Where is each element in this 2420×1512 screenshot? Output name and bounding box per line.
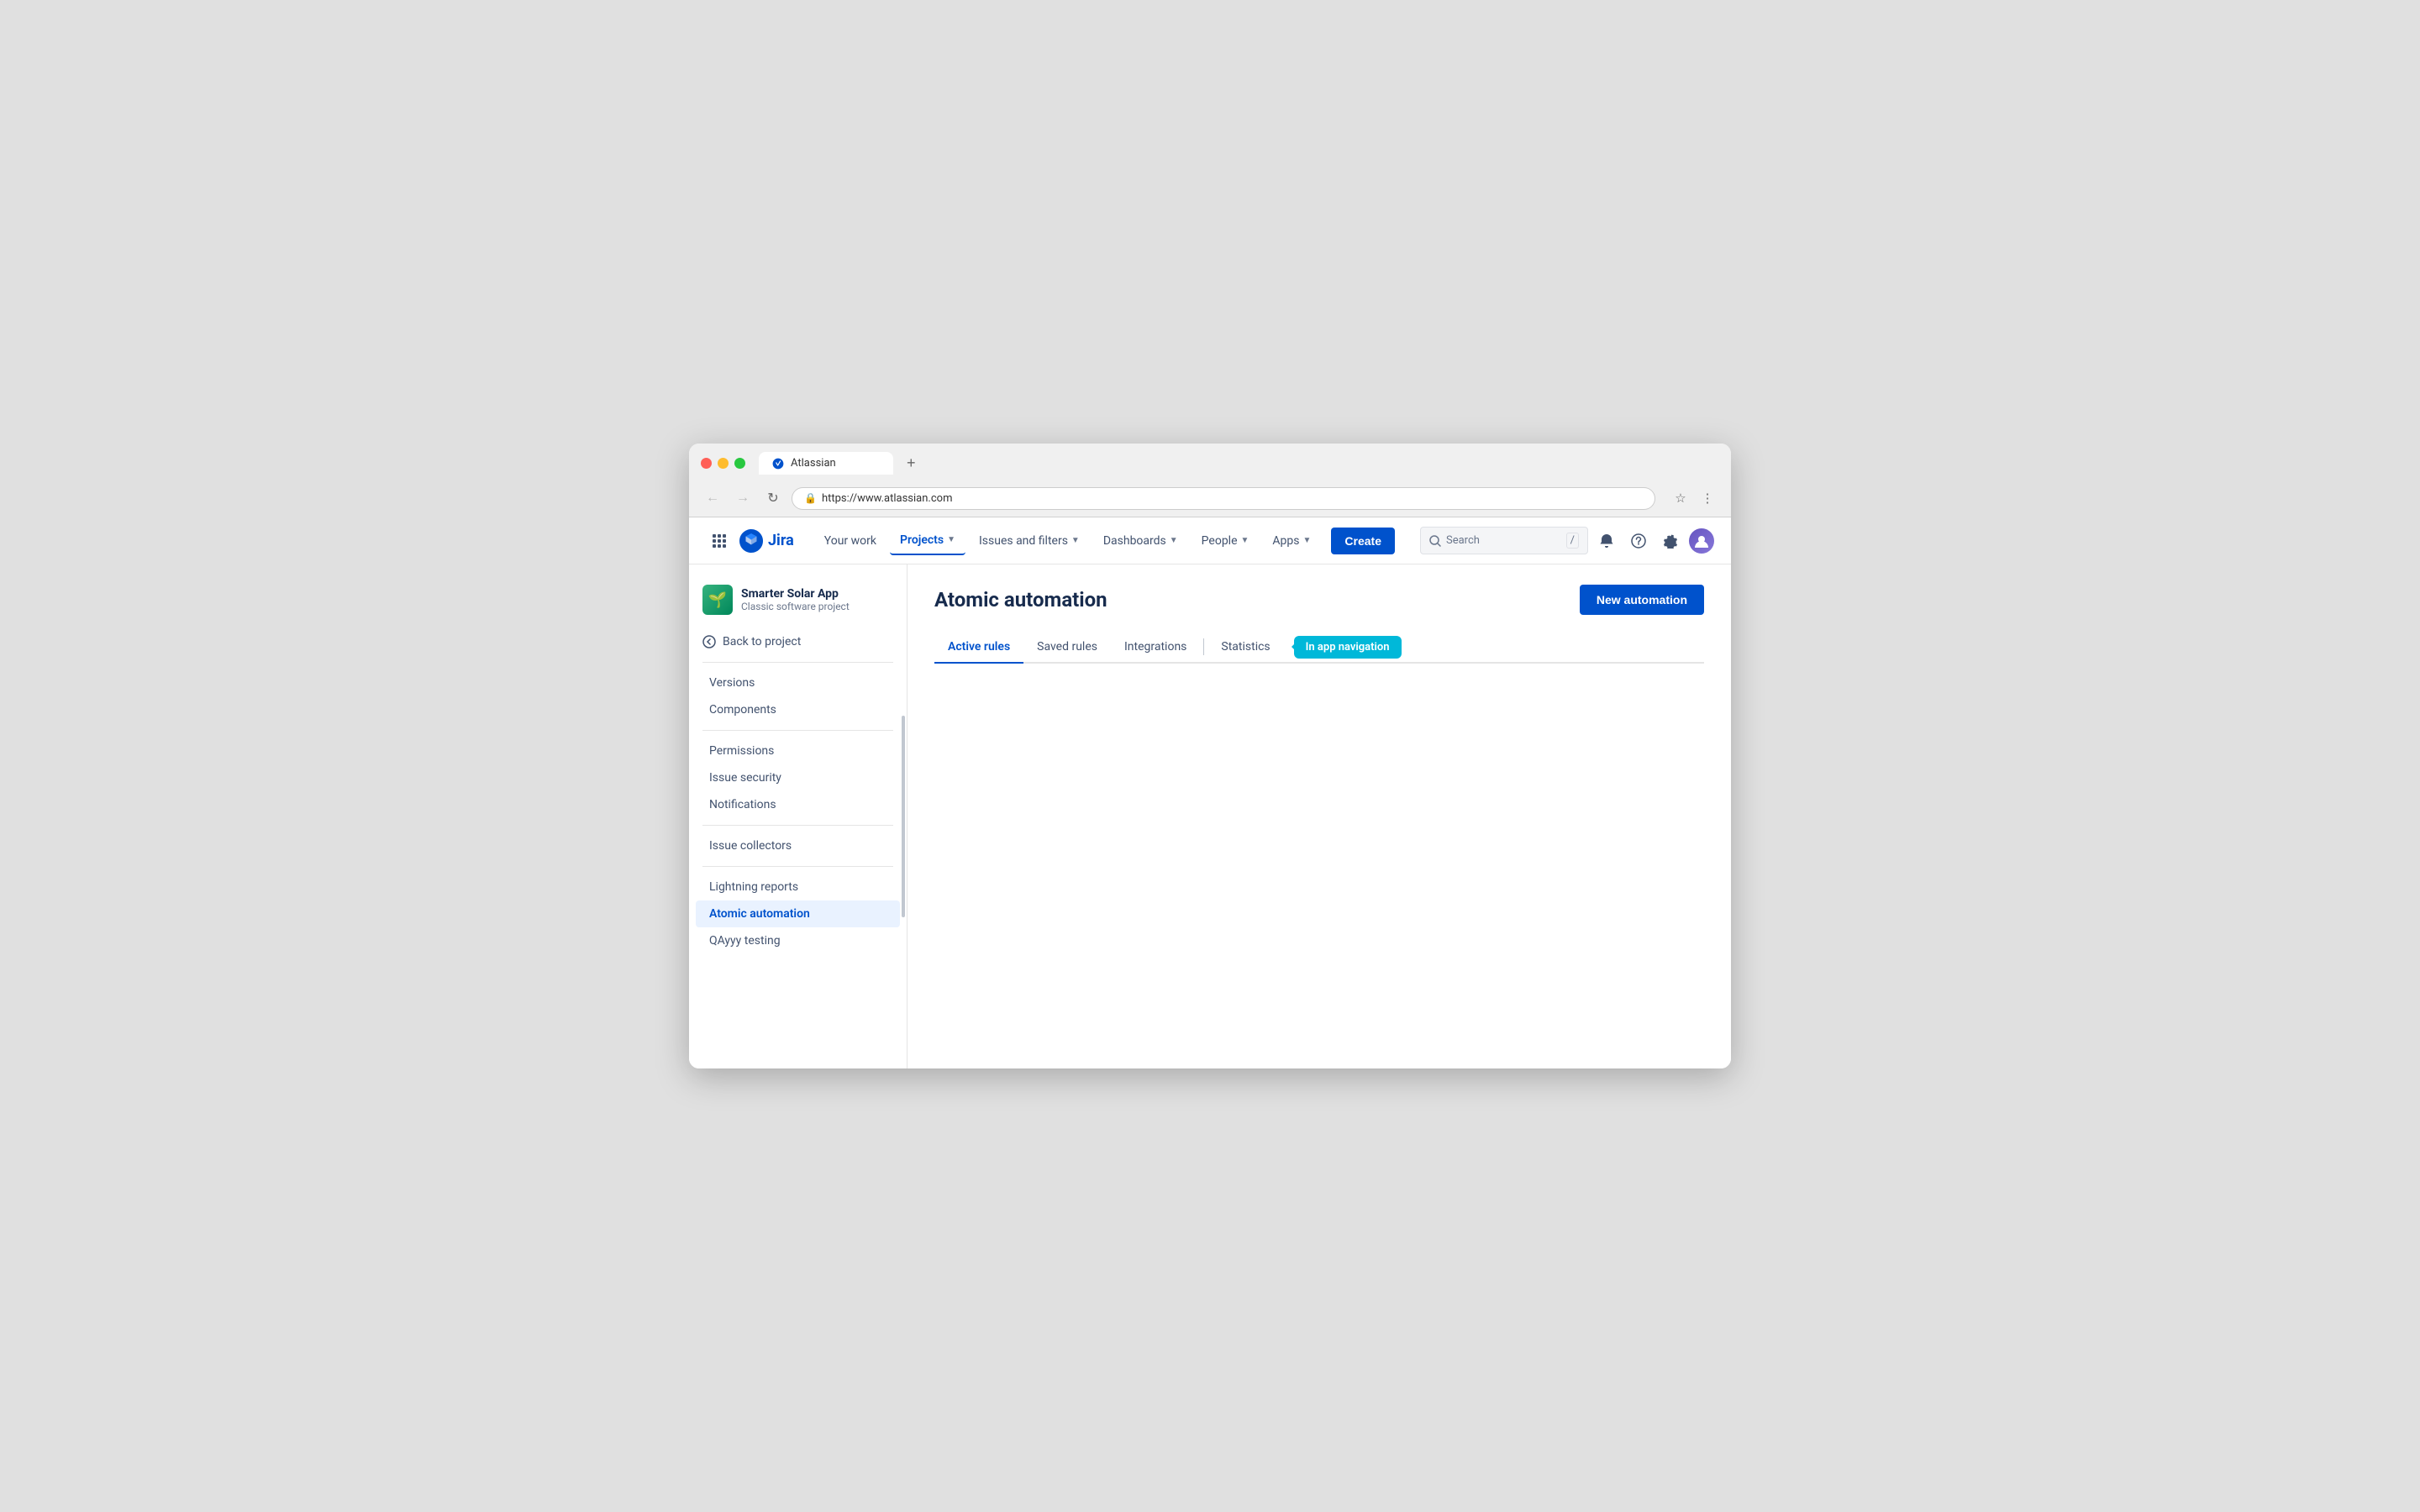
jira-nav: Jira Your work Projects ▼ Issues and fil… [689,517,1731,564]
refresh-nav-button[interactable]: ↻ [761,486,785,510]
maximize-button[interactable] [734,458,745,469]
gear-icon [1663,533,1678,549]
nav-item-apps[interactable]: Apps ▼ [1262,528,1321,554]
sidebar-item-notifications[interactable]: Notifications [696,791,900,818]
new-tab-button[interactable]: + [902,454,921,472]
sidebar-item-issue-collectors[interactable]: Issue collectors [696,832,900,859]
browser-chrome: Atlassian + ← → ↻ 🔒 https://www.atlassia… [689,444,1731,517]
create-button[interactable]: Create [1331,528,1395,554]
tab-saved-rules[interactable]: Saved rules [1023,632,1111,664]
browser-top: Atlassian + [701,452,1719,475]
nav-item-your-work[interactable]: Your work [814,528,886,554]
sidebar-divider-1 [702,662,893,663]
jira-logo[interactable]: Jira [739,529,794,553]
app-switcher-button[interactable] [706,528,733,554]
nav-right: Search / [1420,527,1714,554]
back-label: Back to project [723,635,801,648]
sidebar-item-qayyy-testing[interactable]: QAyyy testing [696,927,900,954]
tab-divider [1203,638,1204,655]
in-app-navigation-badge: In app navigation [1294,636,1402,659]
issues-caret: ▼ [1071,536,1080,545]
sidebar-project: 🌱 Smarter Solar App Classic software pro… [689,578,907,628]
nav-item-issues[interactable]: Issues and filters ▼ [969,528,1090,554]
project-avatar: 🌱 [702,585,733,615]
sidebar-divider-2 [702,730,893,731]
page-title: Atomic automation [934,588,1107,612]
new-automation-button[interactable]: New automation [1580,585,1704,615]
menu-button[interactable]: ⋮ [1696,486,1719,510]
settings-button[interactable] [1657,528,1684,554]
tab-active-rules[interactable]: Active rules [934,632,1023,664]
traffic-lights [701,458,745,469]
search-shortcut: / [1566,533,1579,549]
sidebar-item-atomic-automation[interactable]: Atomic automation [696,900,900,927]
browser-tab[interactable]: Atlassian [759,452,893,475]
atlassian-tab-icon [772,458,784,470]
back-nav-button[interactable]: ← [701,486,724,510]
search-bar[interactable]: Search / [1420,527,1588,554]
search-icon [1429,535,1441,547]
sidebar-item-lightning-reports[interactable]: Lightning reports [696,874,900,900]
sidebar: 🌱 Smarter Solar App Classic software pro… [689,564,908,1068]
people-caret: ▼ [1241,536,1249,545]
sidebar-item-versions[interactable]: Versions [696,669,900,696]
sidebar-item-components[interactable]: Components [696,696,900,723]
tab-title: Atlassian [791,457,836,470]
minimize-button[interactable] [718,458,729,469]
jira-nav-items: Your work Projects ▼ Issues and filters … [814,527,1407,555]
grid-icon [713,534,726,548]
content-area: Atomic automation New automation Active … [908,564,1731,1068]
nav-item-people[interactable]: People ▼ [1192,528,1260,554]
project-name: Smarter Solar App [741,587,850,601]
nav-item-projects[interactable]: Projects ▼ [890,527,965,555]
project-type: Classic software project [741,601,850,612]
avatar-icon [1693,533,1710,549]
user-avatar[interactable] [1689,528,1714,554]
notifications-button[interactable] [1593,528,1620,554]
browser-nav: ← → ↻ 🔒 https://www.atlassian.com ☆ ⋮ [701,481,1719,517]
jira-logo-icon [739,529,763,553]
sidebar-scrollbar[interactable] [902,716,905,917]
back-arrow-icon [702,635,716,648]
tabs: Active rules Saved rules Integrations St… [934,632,1704,664]
lock-icon: 🔒 [804,492,817,504]
address-bar[interactable]: 🔒 https://www.atlassian.com [792,487,1655,510]
sidebar-item-permissions[interactable]: Permissions [696,738,900,764]
url-text: https://www.atlassian.com [822,492,953,505]
browser-actions: ☆ ⋮ [1669,486,1719,510]
jira-logo-text: Jira [768,532,794,549]
sidebar-divider-3 [702,825,893,826]
apps-caret: ▼ [1303,536,1312,545]
tab-integrations[interactable]: Integrations [1111,632,1200,664]
project-info: Smarter Solar App Classic software proje… [741,587,850,613]
projects-caret: ▼ [947,535,955,544]
dashboards-caret: ▼ [1170,536,1178,545]
sidebar-item-issue-security[interactable]: Issue security [696,764,900,791]
browser-window: Atlassian + ← → ↻ 🔒 https://www.atlassia… [689,444,1731,1068]
star-button[interactable]: ☆ [1669,486,1692,510]
tab-statistics[interactable]: Statistics [1207,632,1283,664]
forward-nav-button[interactable]: → [731,486,755,510]
content-header: Atomic automation New automation [934,585,1704,615]
back-to-project[interactable]: Back to project [689,628,907,655]
main-layout: 🌱 Smarter Solar App Classic software pro… [689,564,1731,1068]
close-button[interactable] [701,458,712,469]
help-button[interactable] [1625,528,1652,554]
help-icon [1631,533,1646,549]
nav-item-dashboards[interactable]: Dashboards ▼ [1093,528,1188,554]
bell-icon [1599,533,1614,549]
sidebar-divider-4 [702,866,893,867]
